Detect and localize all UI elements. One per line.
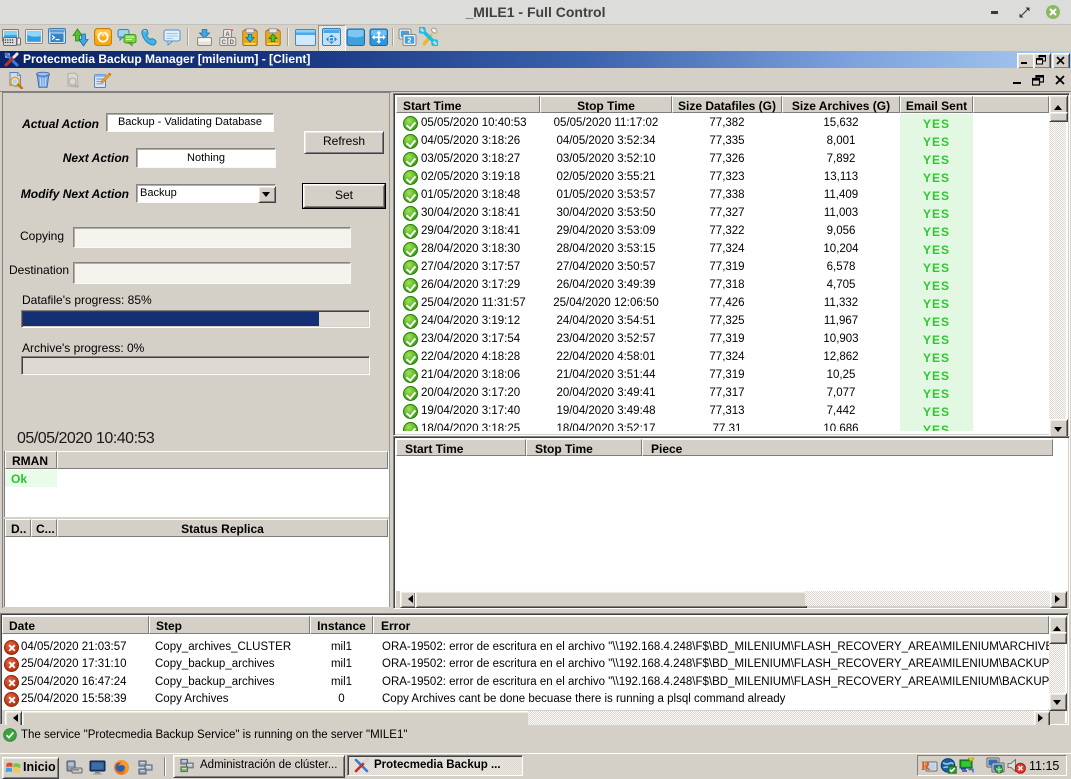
svg-text:A: A (225, 32, 230, 38)
svg-text:C: C (222, 40, 227, 46)
svg-text:R: R (921, 758, 931, 773)
svg-text:2: 2 (408, 38, 412, 45)
svg-text:D: D (230, 40, 235, 46)
